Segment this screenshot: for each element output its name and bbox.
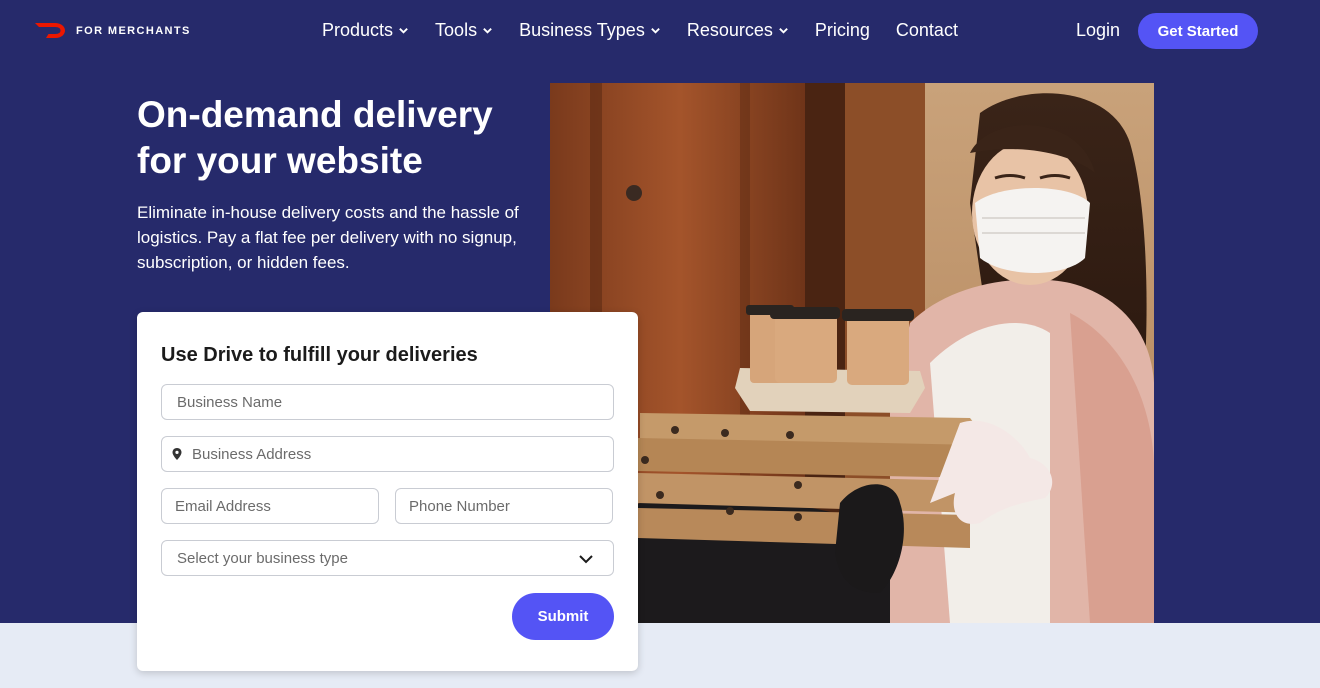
business-type-placeholder: Select your business type — [177, 549, 348, 567]
business-address-placeholder: Business Address — [192, 445, 312, 463]
chevron-down-icon — [399, 28, 408, 34]
signup-form-card: Use Drive to fulfill your deliveries Bus… — [137, 312, 638, 671]
nav-products-label: Products — [322, 20, 394, 40]
nav-pricing[interactable]: Pricing — [815, 20, 870, 41]
nav-contact[interactable]: Contact — [896, 20, 958, 41]
hero-photo-delivery-handoff — [550, 83, 1154, 623]
main-menu: Products Tools Business Types Resources … — [322, 20, 958, 41]
business-type-select[interactable]: Select your business type — [161, 540, 614, 576]
nav-contact-label: Contact — [895, 20, 958, 40]
doordash-dash-icon — [35, 23, 65, 38]
submit-button[interactable]: Submit — [512, 593, 614, 640]
nav-products[interactable]: Products — [322, 20, 409, 41]
chevron-down-icon — [579, 555, 593, 564]
hero-headline-line1: On-demand delivery — [137, 94, 493, 135]
top-navigation: FOR MERCHANTS Products Tools Business Ty… — [0, 0, 1320, 62]
nav-resources-label: Resources — [686, 20, 773, 40]
get-started-button[interactable]: Get Started — [1138, 13, 1258, 49]
business-name-input[interactable]: Business Name — [161, 384, 614, 420]
logo-text: FOR MERCHANTS — [76, 24, 191, 37]
email-input[interactable]: Email Address — [161, 488, 379, 524]
email-placeholder: Email Address — [175, 497, 271, 515]
form-title: Use Drive to fulfill your deliveries — [161, 344, 478, 366]
hero-headline: On-demand delivery for your website — [137, 92, 557, 184]
nav-tools[interactable]: Tools — [435, 20, 493, 41]
chevron-down-icon — [779, 28, 788, 34]
business-name-placeholder: Business Name — [177, 393, 283, 411]
business-address-input[interactable]: Business Address — [161, 436, 614, 472]
nav-resources[interactable]: Resources — [687, 20, 789, 41]
hero-headline-line2: for your website — [137, 140, 423, 181]
chevron-down-icon — [651, 28, 660, 34]
location-pin-icon — [172, 448, 182, 460]
nav-pricing-label: Pricing — [814, 20, 870, 40]
nav-business-types-label: Business Types — [519, 20, 645, 40]
nav-business-types[interactable]: Business Types — [519, 20, 661, 41]
phone-input[interactable]: Phone Number — [395, 488, 613, 524]
hero-subtext: Eliminate in-house delivery costs and th… — [137, 203, 519, 272]
chevron-down-icon — [483, 28, 492, 34]
brand-logo[interactable]: FOR MERCHANTS — [34, 21, 191, 40]
phone-placeholder: Phone Number — [409, 497, 510, 515]
hero-photo-illustration — [550, 83, 1154, 623]
nav-tools-label: Tools — [435, 20, 478, 40]
login-link[interactable]: Login — [1076, 20, 1120, 41]
